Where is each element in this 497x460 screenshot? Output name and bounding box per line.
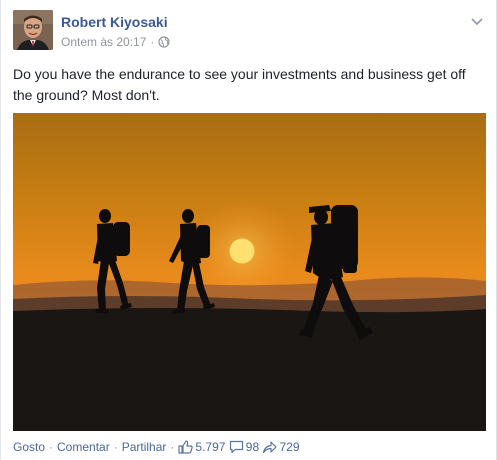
likes-count[interactable]: 5.797 xyxy=(178,440,225,454)
meta-separator: · xyxy=(150,35,155,49)
action-separator: · xyxy=(49,440,54,454)
post-timestamp[interactable]: Ontem às 20:17 xyxy=(61,35,146,49)
chevron-down-icon[interactable] xyxy=(470,14,484,26)
post-message: Do you have the endurance to see your in… xyxy=(13,66,466,103)
likes-count-value: 5.797 xyxy=(195,440,226,454)
action-separator: · xyxy=(113,440,118,454)
thumbs-up-icon xyxy=(178,440,194,454)
like-link[interactable]: Gosto xyxy=(13,440,45,454)
avatar-image xyxy=(13,10,53,50)
share-arrow-icon xyxy=(263,441,278,454)
shares-count[interactable]: 729 xyxy=(262,440,300,454)
comments-count[interactable]: 98 xyxy=(229,440,259,454)
author-avatar[interactable] xyxy=(13,10,53,50)
post-photo[interactable] xyxy=(13,113,486,431)
globe-icon[interactable] xyxy=(158,36,170,51)
feed-post: Robert Kiyosaki Ontem às 20:17 · Do you h… xyxy=(0,0,497,460)
post-actions-bar: Gosto · Comentar · Partilhar · 5.797 98 729 xyxy=(13,440,484,458)
author-name[interactable]: Robert Kiyosaki xyxy=(61,14,168,30)
share-link[interactable]: Partilhar xyxy=(122,440,167,454)
shares-count-value: 729 xyxy=(279,440,300,454)
comment-bubble-icon xyxy=(229,440,243,454)
post-meta: Ontem às 20:17 · xyxy=(61,35,170,51)
post-header: Robert Kiyosaki Ontem às 20:17 · xyxy=(13,10,484,54)
action-separator: · xyxy=(170,440,175,454)
comments-count-value: 98 xyxy=(245,440,260,454)
comment-link[interactable]: Comentar xyxy=(57,440,110,454)
sunset-hikers-image xyxy=(13,113,486,431)
